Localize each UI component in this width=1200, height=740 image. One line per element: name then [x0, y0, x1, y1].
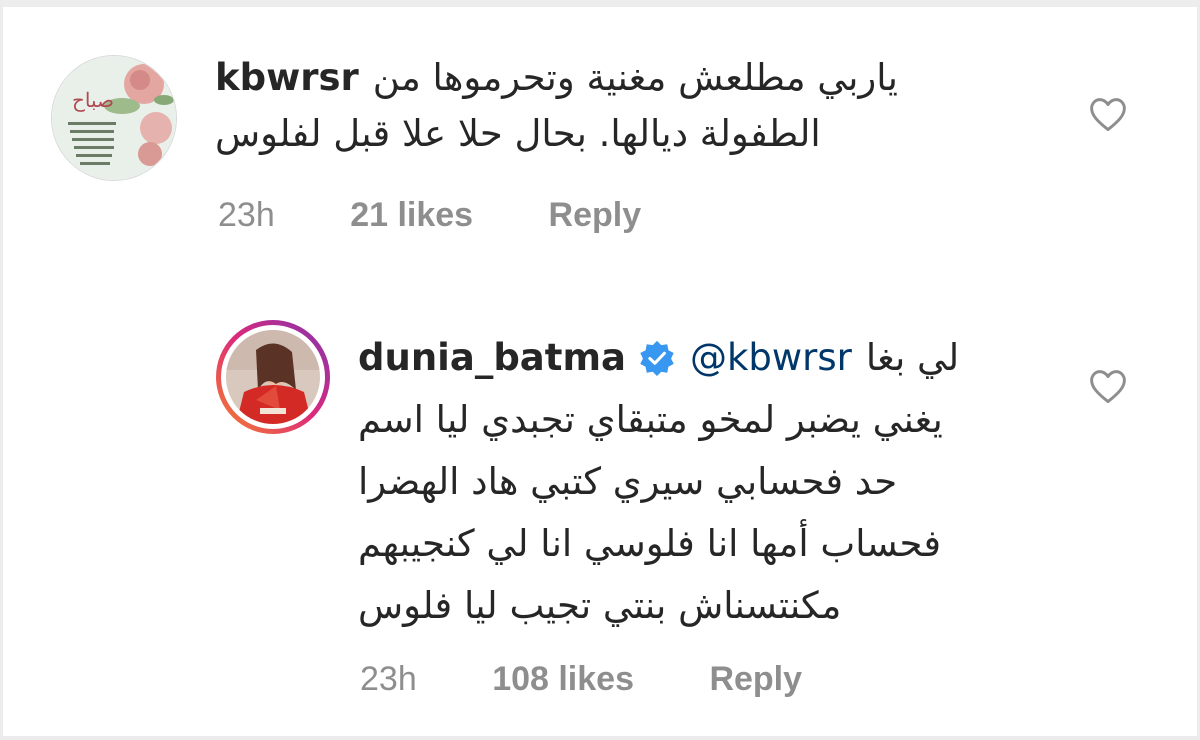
mention-link[interactable]: @kbwrsr [690, 330, 852, 386]
reply-button[interactable]: Reply [709, 660, 802, 699]
verified-badge-icon [640, 340, 674, 377]
username-dunia-batma[interactable]: dunia_batma [358, 330, 626, 386]
comment-line-1: kbwrsr ياربي مطلعش مغنية وتحرموها من [215, 50, 985, 106]
username-kbwrsr[interactable]: kbwrsr [215, 50, 359, 106]
avatar-dunia-batma [226, 330, 320, 424]
comment-text-line-1: ياربي مطلعش مغنية وتحرموها من [372, 56, 898, 99]
avatar-caption: صباح [72, 88, 115, 112]
comment-text-line-2: الطفولة ديالها. بحال حلا علا قبل لفلوس [215, 112, 821, 155]
window-bottom-border [0, 736, 1200, 740]
avatar-story-ring[interactable] [216, 320, 330, 434]
comment-time: 23h [218, 196, 275, 234]
comment-meta-dunia-batma: 23h 108 likes Reply [360, 660, 802, 699]
comment-body-kbwrsr: kbwrsr ياربي مطلعش مغنية وتحرموها من الط… [215, 50, 985, 162]
avatar-image [52, 56, 176, 180]
comment-text-line-2: يغني يضبر لمخو متبقاي تجبدي ليا اسم [358, 398, 943, 441]
heart-outline-icon[interactable] [1088, 368, 1128, 404]
comment-likes-button[interactable]: 108 likes [492, 660, 634, 699]
comment-body-dunia-batma: dunia_batma @kbwrsr لي بغا يغني يضبر لمخ… [358, 330, 1008, 634]
comment-meta-kbwrsr: 23h 21 likes Reply [218, 196, 641, 235]
comment-text-line-5: مكنتسناش بنتي تجيب ليا فلوس [358, 584, 842, 627]
comment-text-line-3: حد فحسابي سيري كتبي هاد الهضرا [358, 460, 898, 503]
reply-button[interactable]: Reply [549, 196, 642, 235]
comment-kbwrsr: صباح kbwrsr ياربي مطلعش مغنية وتحرموها م… [0, 0, 1200, 260]
avatar-kbwrsr[interactable]: صباح [51, 55, 177, 181]
comment-time: 23h [360, 660, 417, 698]
comment-text-line-4: فحساب أمها انا فلوسي انا لي كنجيبهم [358, 522, 942, 565]
heart-outline-icon[interactable] [1088, 96, 1128, 132]
comment-text-first: لي بغا [865, 336, 960, 379]
comment-dunia-batma: dunia_batma @kbwrsr لي بغا يغني يضبر لمخ… [0, 290, 1200, 730]
comment-header-line: dunia_batma @kbwrsr لي بغا [358, 330, 1008, 386]
comment-likes-button[interactable]: 21 likes [350, 196, 473, 235]
